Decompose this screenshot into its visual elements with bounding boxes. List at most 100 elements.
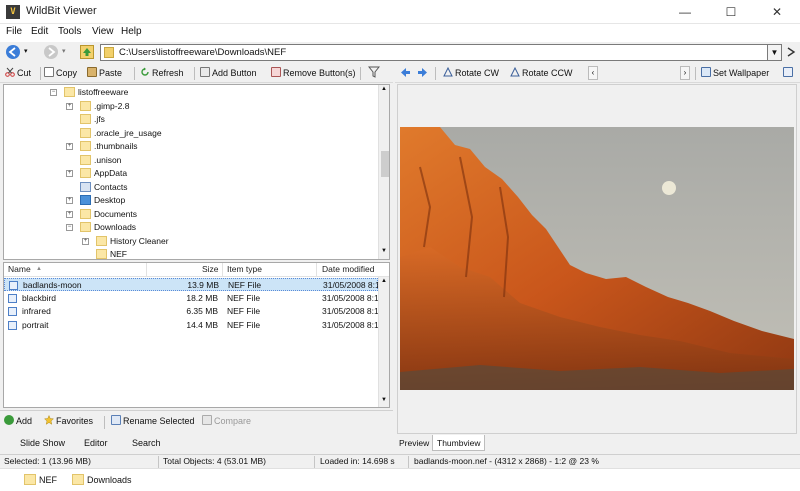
expand-icon[interactable]: +: [66, 102, 73, 110]
scroll-down-icon[interactable]: ▼: [381, 248, 387, 254]
previous-image-button[interactable]: [399, 66, 412, 81]
compare-icon: [202, 415, 212, 425]
menu-file[interactable]: File: [6, 26, 22, 37]
scroll-up-icon[interactable]: ▲: [381, 278, 387, 284]
menu-edit[interactable]: Edit: [31, 26, 48, 37]
tab-thumbview[interactable]: Thumbview: [432, 435, 486, 451]
image-preview[interactable]: [397, 84, 797, 434]
expand-icon[interactable]: +: [66, 170, 73, 177]
set-wallpaper-button[interactable]: Set Wallpaper: [701, 66, 769, 81]
path-input[interactable]: C:\Users\listoffreeware\Downloads\NEF: [100, 44, 768, 61]
rotate-cw-icon: [443, 66, 453, 77]
file-row[interactable]: badlands-moon 13.9 MB NEF File 31/05/2008 8…: [4, 278, 384, 291]
tab-preview[interactable]: Preview: [395, 435, 433, 451]
back-icon[interactable]: [6, 45, 20, 59]
status-loaded: Loaded in: 14.698 s: [320, 456, 395, 466]
rename-selected-button[interactable]: Rename Selected: [111, 414, 195, 429]
folder-tree: − listoffreeware + .gimp-2.8 .jfs .oracle_jre…: [3, 84, 390, 260]
tree-item-label: NEF: [110, 249, 127, 259]
up-folder-icon[interactable]: [80, 45, 94, 59]
column-name[interactable]: Name: [8, 264, 31, 274]
folder-icon: [72, 474, 84, 485]
scroll-thumb[interactable]: [381, 151, 389, 177]
preview-image: [400, 127, 794, 390]
file-name: badlands-moon: [23, 280, 82, 290]
menu-tools[interactable]: Tools: [58, 26, 81, 37]
folder-icon: [80, 222, 91, 232]
close-button[interactable]: ✕: [754, 0, 800, 24]
file-size: 13.9 MB: [187, 280, 219, 290]
action-bar: Add Favorites Rename Selected Compare: [0, 410, 393, 430]
menu-help[interactable]: Help: [121, 26, 142, 37]
file-name: portrait: [22, 319, 49, 330]
file-row[interactable]: portrait 14.4 MB NEF File 31/05/2008 8:10: [4, 319, 383, 332]
tab-editor[interactable]: Editor: [84, 438, 108, 448]
tree-scrollbar[interactable]: ▲ ▼: [378, 85, 389, 259]
remove-buttons-button[interactable]: Remove Button(s): [271, 66, 356, 81]
tab-slide-show[interactable]: Slide Show: [20, 438, 65, 448]
forward-history-icon[interactable]: ▾: [62, 47, 66, 55]
forward-icon[interactable]: [44, 45, 58, 59]
minimize-button[interactable]: —: [662, 0, 708, 24]
expand-icon[interactable]: +: [66, 143, 73, 150]
add-button-label: Add Button: [212, 68, 257, 78]
toolbar-scroll-left-icon[interactable]: ‹: [588, 66, 598, 80]
arrow-right-icon: [418, 68, 427, 77]
list-scrollbar[interactable]: ▲ ▼: [378, 277, 389, 407]
add-button-button[interactable]: Add Button: [200, 66, 257, 81]
file-type: NEF File: [228, 280, 262, 290]
file-row[interactable]: infrared 6.35 MB NEF File 31/05/2008 8:10: [4, 305, 383, 318]
filter-icon[interactable]: [367, 66, 381, 81]
rotate-ccw-label: Rotate CCW: [522, 68, 573, 78]
status-image-info: badlands-moon.nef - (4312 x 2868) - 1:2 …: [414, 456, 599, 466]
favorites-button[interactable]: Favorites: [43, 414, 93, 429]
favorite-nef[interactable]: NEF: [24, 474, 57, 485]
paste-button[interactable]: Paste: [87, 66, 122, 81]
compare-button[interactable]: Compare: [202, 414, 251, 429]
file-list: Name ▲ Size Item type Date modified badl…: [3, 262, 390, 408]
tree-item-label: Downloads: [94, 222, 137, 232]
tab-search[interactable]: Search: [132, 438, 161, 448]
expand-icon[interactable]: +: [82, 237, 89, 245]
collapse-icon[interactable]: −: [66, 224, 73, 231]
rotate-cw-label: Rotate CW: [455, 68, 500, 78]
mode-tabs: Slide Show Editor Search: [0, 432, 393, 454]
wallpaper-icon: [701, 67, 711, 77]
add-button[interactable]: Add: [4, 414, 32, 429]
column-date[interactable]: Date modified: [322, 264, 374, 274]
collapse-icon[interactable]: −: [50, 89, 57, 96]
refresh-label: Refresh: [152, 68, 184, 78]
copy-label: Copy: [56, 68, 78, 78]
scroll-up-icon[interactable]: ▲: [381, 86, 387, 92]
next-image-button[interactable]: [416, 66, 429, 81]
copy-button[interactable]: Copy: [44, 66, 77, 81]
folder-icon: [80, 208, 91, 219]
column-size[interactable]: Size: [202, 264, 219, 274]
rotate-ccw-icon: [510, 66, 520, 77]
back-history-icon[interactable]: ▾: [24, 47, 28, 55]
file-toolbar: Cut Copy Paste Refresh Add Button Remove…: [0, 64, 393, 83]
menu-view[interactable]: View: [92, 26, 114, 37]
maximize-button[interactable]: ☐: [708, 0, 754, 24]
rename-icon: [111, 415, 121, 425]
file-row[interactable]: blackbird 18.2 MB NEF File 31/05/2008 8:10: [4, 292, 383, 305]
expand-icon[interactable]: +: [66, 210, 73, 218]
tree-item-label: .jfs: [94, 114, 105, 124]
settings-icon[interactable]: [783, 66, 795, 81]
rotate-cw-button[interactable]: Rotate CW: [443, 66, 499, 81]
address-bar: ▾ ▾ C:\Users\listoffreeware\Downloads\NE…: [0, 42, 800, 62]
status-total: Total Objects: 4 (53.01 MB): [163, 456, 266, 466]
rotate-ccw-button[interactable]: Rotate CCW: [510, 66, 573, 81]
path-dropdown-icon[interactable]: ▼: [768, 44, 782, 61]
favorite-downloads[interactable]: Downloads: [72, 474, 132, 485]
folder-icon: [24, 474, 36, 485]
column-type[interactable]: Item type: [227, 264, 262, 274]
app-icon: V: [6, 5, 20, 19]
cut-button[interactable]: Cut: [5, 66, 31, 81]
scroll-down-icon[interactable]: ▼: [381, 397, 387, 403]
refresh-button[interactable]: Refresh: [140, 66, 184, 81]
expand-icon[interactable]: +: [66, 197, 73, 204]
folder-icon: [80, 100, 91, 111]
toolbar-scroll-right-icon[interactable]: ›: [680, 66, 690, 80]
go-icon[interactable]: [784, 45, 798, 59]
